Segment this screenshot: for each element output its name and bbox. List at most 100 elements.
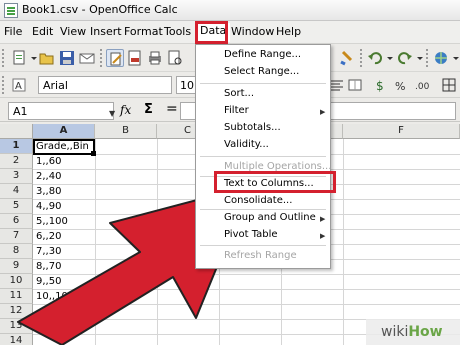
menu-item-validity[interactable]: Validity... <box>224 139 269 150</box>
currency-icon[interactable]: $ <box>372 76 390 94</box>
text-to-columns-highlight-box <box>214 171 336 193</box>
row-header[interactable]: 1 <box>0 139 33 154</box>
clone-formatting-icon[interactable] <box>338 49 356 67</box>
percent-icon[interactable]: % <box>392 76 410 94</box>
merge-cells-icon[interactable] <box>346 76 364 94</box>
cell-a9[interactable]: 8,,70 <box>36 259 61 274</box>
calc-window: Book1.csv - OpenOffice Calc File Edit Vi… <box>0 0 460 345</box>
submenu-arrow-icon: ▶ <box>320 232 326 240</box>
window-title: Book1.csv - OpenOffice Calc <box>22 3 178 16</box>
row-header[interactable]: 4 <box>0 184 33 199</box>
column-header-a[interactable]: A <box>33 124 95 139</box>
gridline <box>157 139 158 345</box>
hyperlink-icon[interactable] <box>432 49 450 67</box>
menu-tools[interactable]: Tools <box>164 25 191 38</box>
function-icon[interactable]: = <box>166 101 178 117</box>
select-all-corner[interactable] <box>0 124 33 139</box>
menu-file[interactable]: File <box>4 25 22 38</box>
watermark-wiki: wiki <box>381 324 409 340</box>
svg-text:$: $ <box>376 79 384 93</box>
row-header[interactable]: 10 <box>0 274 33 289</box>
cell-a10[interactable]: 9,,50 <box>36 274 61 289</box>
title-bar: Book1.csv - OpenOffice Calc <box>0 0 460 21</box>
menu-item-define-range[interactable]: Define Range... <box>224 49 301 60</box>
submenu-arrow-icon: ▶ <box>320 108 326 116</box>
column-header-f[interactable]: F <box>343 124 460 139</box>
cell-a11[interactable]: 10,,10 <box>36 289 68 304</box>
cell-reference: A1 <box>13 105 28 118</box>
function-wizard-icon[interactable]: fx <box>120 103 131 117</box>
menu-item-sort[interactable]: Sort... <box>224 88 254 99</box>
svg-text:.00: .00 <box>415 82 430 92</box>
cell-a2[interactable]: 1,,60 <box>36 154 61 169</box>
print-icon[interactable] <box>146 49 164 67</box>
page-preview-icon[interactable] <box>166 49 184 67</box>
active-cell-cursor <box>33 139 95 155</box>
redo-icon[interactable] <box>396 49 414 67</box>
data-menu-highlight-box <box>195 21 228 44</box>
menu-item-filter[interactable]: Filter <box>224 105 249 116</box>
menu-separator <box>200 209 326 210</box>
menu-window[interactable]: Window <box>231 25 274 38</box>
undo-icon[interactable] <box>366 49 384 67</box>
fill-handle[interactable] <box>91 151 96 156</box>
chevron-down-icon[interactable]: ▼ <box>109 109 115 118</box>
row-header[interactable]: 9 <box>0 259 33 274</box>
menu-separator <box>200 245 326 246</box>
menu-help[interactable]: Help <box>276 25 301 38</box>
cell-a3[interactable]: 2,,40 <box>36 169 61 184</box>
row-header[interactable]: 14 <box>0 334 33 345</box>
menu-item-refresh-range: Refresh Range <box>224 250 297 261</box>
menu-item-group-and-outline[interactable]: Group and Outline <box>224 212 316 223</box>
row-header[interactable]: 5 <box>0 199 33 214</box>
sum-icon[interactable]: Σ <box>144 102 153 117</box>
gridline <box>33 289 460 290</box>
menu-item-pivot-table[interactable]: Pivot Table <box>224 229 278 240</box>
save-icon[interactable] <box>58 49 76 67</box>
cell-a5[interactable]: 4,,90 <box>36 199 61 214</box>
cell-a8[interactable]: 7,,30 <box>36 244 61 259</box>
new-document-icon[interactable] <box>10 49 28 67</box>
row-header[interactable]: 6 <box>0 214 33 229</box>
menu-item-subtotals[interactable]: Subtotals... <box>224 122 281 133</box>
svg-text:%: % <box>395 80 405 93</box>
email-icon[interactable] <box>78 49 96 67</box>
gridline <box>343 139 344 345</box>
row-header[interactable]: 12 <box>0 304 33 319</box>
svg-text:A: A <box>15 81 22 92</box>
borders-icon[interactable] <box>440 76 458 94</box>
menu-insert[interactable]: Insert <box>90 25 122 38</box>
row-header[interactable]: 13 <box>0 319 33 334</box>
toolbar-grip-icon <box>2 76 6 94</box>
menu-bar: File Edit View Insert Format Tools Data … <box>0 21 460 44</box>
row-header[interactable]: 7 <box>0 229 33 244</box>
font-name-input[interactable]: Arial <box>38 76 172 94</box>
calc-app-icon <box>4 3 18 18</box>
open-folder-icon[interactable] <box>38 49 56 67</box>
row-header[interactable]: 3 <box>0 169 33 184</box>
gridline <box>95 139 96 345</box>
column-header-b[interactable]: B <box>95 124 157 139</box>
more-toolbar-icon[interactable] <box>452 49 460 67</box>
menu-format[interactable]: Format <box>124 25 163 38</box>
name-box[interactable]: A1 ▼ <box>8 102 115 120</box>
menu-view[interactable]: View <box>60 25 86 38</box>
row-header[interactable]: 8 <box>0 244 33 259</box>
toolbar-separator <box>100 49 104 67</box>
cell-a6[interactable]: 5,,100 <box>36 214 68 229</box>
toolbar-grip-icon <box>2 49 6 67</box>
number-format-icon[interactable]: .00 <box>414 76 432 94</box>
menu-edit[interactable]: Edit <box>32 25 53 38</box>
menu-item-select-range[interactable]: Select Range... <box>224 66 299 77</box>
edit-file-icon[interactable] <box>106 49 124 67</box>
menu-separator <box>200 156 326 157</box>
export-pdf-icon[interactable] <box>126 49 144 67</box>
row-header[interactable]: 2 <box>0 154 33 169</box>
data-dropdown-menu: Define Range... Select Range... Sort... … <box>195 44 331 269</box>
cell-a4[interactable]: 3,,80 <box>36 184 61 199</box>
cell-a7[interactable]: 6,,20 <box>36 229 61 244</box>
styles-formatting-icon[interactable]: A <box>10 76 28 94</box>
gridline <box>33 304 460 305</box>
menu-item-consolidate[interactable]: Consolidate... <box>224 195 292 206</box>
row-header[interactable]: 11 <box>0 289 33 304</box>
